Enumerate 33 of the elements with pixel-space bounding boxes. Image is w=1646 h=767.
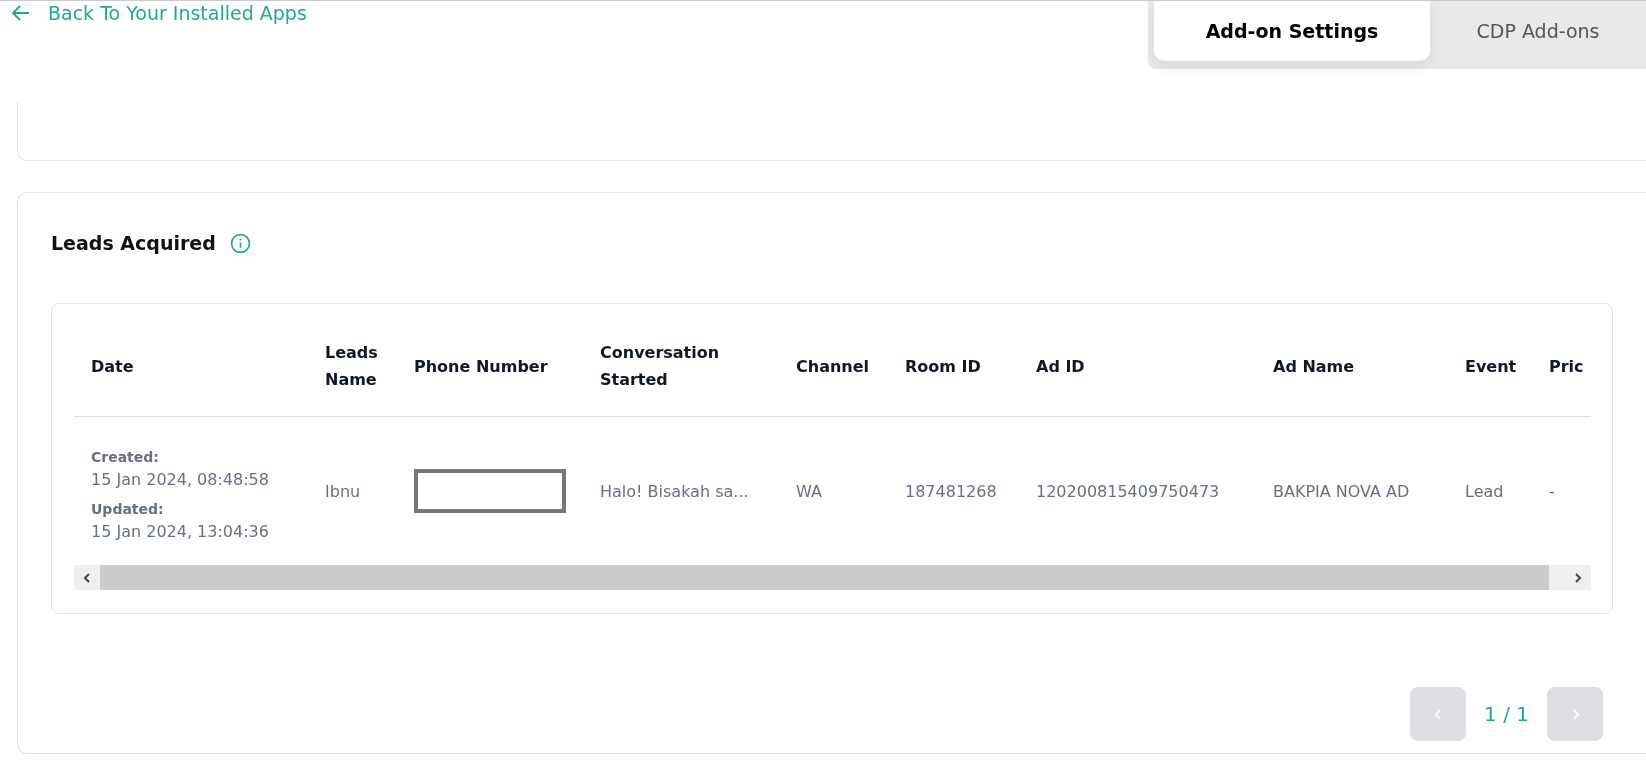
updated-date: 15 Jan 2024, 13:04:36 (91, 521, 270, 543)
info-icon[interactable] (229, 232, 251, 254)
page-indicator: 1 / 1 (1484, 702, 1529, 726)
column-header: Channel (796, 355, 871, 378)
column-header: Phone Number (414, 355, 549, 378)
column-header: Ad ID (1036, 355, 1086, 378)
table-cell-text: 187481268 (905, 481, 998, 501)
horizontal-scrollbar[interactable] (74, 565, 1591, 590)
column-header: Leads Name (325, 342, 379, 391)
table-cell-text: Lead (1465, 481, 1505, 501)
table-cell-text: 120200815409750473 (1036, 481, 1221, 501)
tab[interactable]: CDP Add-ons (1430, 1, 1646, 61)
column-header: Pric (1549, 355, 1585, 378)
created-date: 15 Jan 2024, 08:48:58 (91, 469, 270, 491)
table-cell-text: BAKPIA NOVA AD (1273, 481, 1411, 501)
table-cell-text: Ibnu (325, 481, 362, 501)
chevron-left-icon (1433, 707, 1443, 721)
column-header: Event (1465, 355, 1518, 378)
created-label: Created: (91, 448, 160, 467)
tab[interactable]: Add-on Settings (1154, 1, 1430, 61)
column-header: Room ID (905, 355, 982, 378)
updated-label: Updated: (91, 500, 165, 519)
scroll-right-icon[interactable] (1573, 572, 1583, 583)
column-header: Ad Name (1273, 355, 1356, 378)
chevron-right-icon (1570, 707, 1580, 721)
scroll-left-icon[interactable] (82, 572, 92, 583)
table-cell-text: WA (796, 481, 823, 501)
column-header: Date (91, 355, 135, 378)
section-title: Leads Acquired (51, 232, 216, 254)
back-arrow-icon (10, 3, 32, 23)
table-cell-text: Halo! Bisakah sa... (600, 481, 750, 501)
table-cell-text: - (1549, 481, 1556, 501)
column-header: Conversation Started (600, 342, 721, 391)
